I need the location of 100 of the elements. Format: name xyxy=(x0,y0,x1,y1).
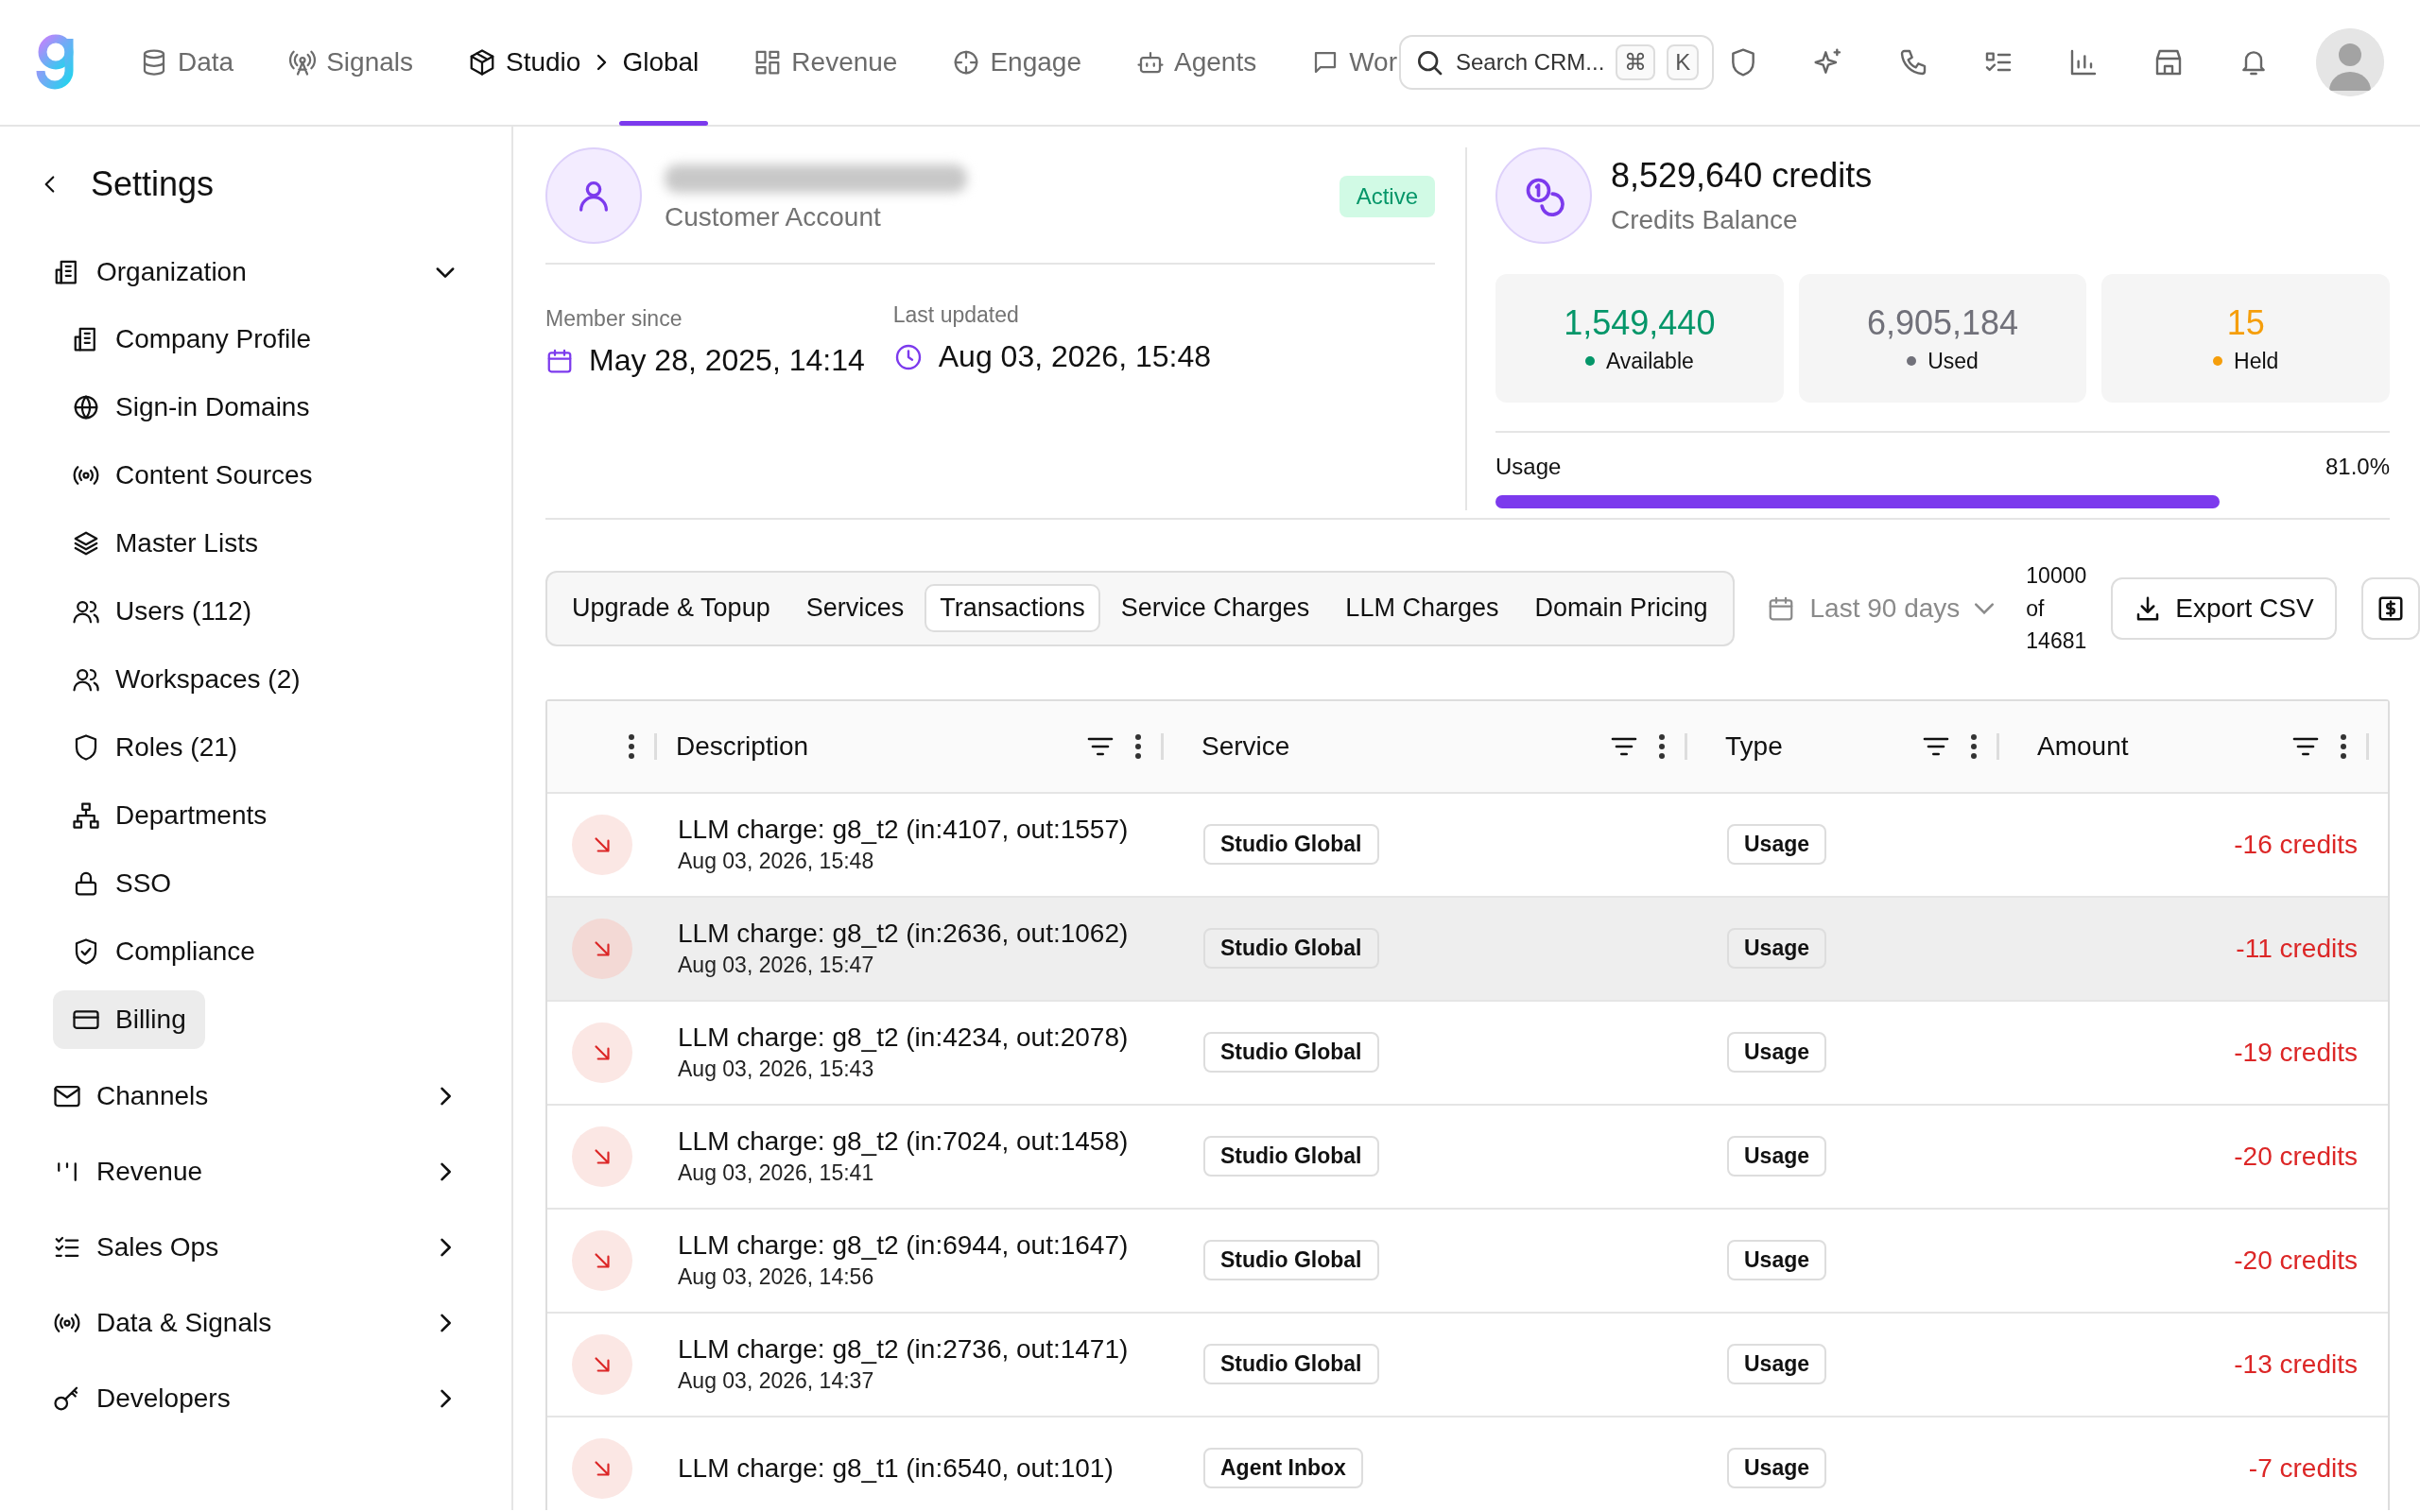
nav-tab[interactable]: Agents xyxy=(1136,0,1257,126)
tab[interactable]: Services xyxy=(790,584,920,633)
row-count: 10000 of 14681 xyxy=(2026,562,2087,655)
description: LLM charge: g8_t2 (in:6944, out:1647) xyxy=(678,1230,1130,1261)
sidebar-section[interactable]: Revenue xyxy=(38,1134,458,1210)
sidebar-item[interactable]: Billing xyxy=(53,990,205,1049)
sidebar-item[interactable]: Company Profile xyxy=(53,310,330,369)
type-tag: Usage xyxy=(1727,1344,1827,1384)
date: Aug 03, 2026, 15:47 xyxy=(678,953,875,978)
nav-tab[interactable]: Engage xyxy=(952,0,1081,126)
type-tag: Usage xyxy=(1727,928,1827,969)
service-tag: Studio Global xyxy=(1203,1344,1379,1384)
column-header[interactable]: Service xyxy=(1201,730,1590,762)
sidebar-item[interactable]: Users (112) xyxy=(53,582,271,641)
sidebar-item[interactable]: SSO xyxy=(53,854,191,913)
tab[interactable]: Service Charges xyxy=(1105,584,1325,633)
description: LLM charge: g8_t2 (in:7024, out:1458) xyxy=(678,1126,1130,1157)
date: Aug 03, 2026, 14:37 xyxy=(678,1368,875,1394)
type-tag: Usage xyxy=(1727,824,1827,865)
column-header[interactable]: Amount xyxy=(2037,730,2272,762)
sidebar-item[interactable]: Sign-in Domains xyxy=(53,378,329,437)
nav-tab[interactable]: Wor xyxy=(1311,0,1397,126)
sidebar-section[interactable]: Data & Signals xyxy=(38,1285,458,1361)
usage-label: Usage xyxy=(1495,454,1562,480)
search-field[interactable]: Search CRM... ⌘ K xyxy=(1399,35,1715,90)
more-icon[interactable] xyxy=(1134,732,1142,760)
date-label: Member since xyxy=(545,306,683,332)
table-row[interactable]: LLM charge: g8_t2 (in:2636, out:1062) Aug 03, 2026, 15:47 Studio Global Usage -11 credits xyxy=(547,895,2388,1000)
date-value: May 28, 2025, 14:14 xyxy=(589,343,865,378)
date: Aug 03, 2026, 15:48 xyxy=(678,849,875,874)
export-button[interactable]: Export CSV xyxy=(2111,576,2337,640)
sidebar-item[interactable]: Departments xyxy=(53,786,286,845)
description: LLM charge: g8_t2 (in:4107, out:1557) xyxy=(678,815,1130,845)
more-icon[interactable] xyxy=(628,732,635,760)
tab[interactable]: LLM Charges xyxy=(1330,584,1514,633)
table-row[interactable]: LLM charge: g8_t2 (in:4234, out:2078) Aug 03, 2026, 15:43 Studio Global Usage -19 credits xyxy=(547,999,2388,1104)
layers-icon xyxy=(72,529,100,558)
service-tag: Studio Global xyxy=(1203,1032,1379,1073)
date-value: Aug 03, 2026, 15:48 xyxy=(938,339,1211,374)
box-icon xyxy=(468,48,496,77)
column-header[interactable]: Description xyxy=(676,730,1066,762)
stat-label: Held xyxy=(2234,348,2279,374)
service-tag: Agent Inbox xyxy=(1203,1448,1363,1488)
globe-icon xyxy=(72,393,100,421)
nav-tab[interactable]: Signals xyxy=(288,0,413,126)
description: LLM charge: g8_t2 (in:2736, out:1471) xyxy=(678,1334,1130,1365)
description: LLM charge: g8_t2 (in:2636, out:1062) xyxy=(678,919,1130,949)
more-icon[interactable] xyxy=(2340,732,2347,760)
date: Aug 03, 2026, 14:56 xyxy=(678,1264,875,1290)
tab[interactable]: Domain Pricing xyxy=(1519,584,1723,633)
sidebar-item[interactable]: Roles (21) xyxy=(53,718,257,777)
type-tag: Usage xyxy=(1727,1448,1827,1488)
table-row[interactable]: LLM charge: g8_t2 (in:7024, out:1458) Aug 03, 2026, 15:41 Studio Global Usage -20 credits xyxy=(547,1103,2388,1208)
keyboard-key: ⌘ xyxy=(1616,44,1656,80)
table-row[interactable]: LLM charge: g8_t2 (in:6944, out:1647) Aug 03, 2026, 14:56 Studio Global Usage -20 credits xyxy=(547,1207,2388,1312)
table-row[interactable]: LLM charge: g8_t1 (in:6540, out:101) Agent Inbox Usage -7 credits xyxy=(547,1415,2388,1510)
more-icon[interactable] xyxy=(1658,732,1666,760)
sidebar-section[interactable]: Developers xyxy=(38,1361,458,1436)
sidebar-section[interactable]: Sales Ops xyxy=(38,1210,458,1285)
date: Aug 03, 2026, 15:43 xyxy=(678,1057,875,1082)
description: LLM charge: g8_t1 (in:6540, out:101) xyxy=(678,1452,1115,1484)
stat-label: Available xyxy=(1605,348,1694,374)
service-tag: Studio Global xyxy=(1203,928,1379,969)
stat-value: 15 xyxy=(2226,302,2265,343)
amount: -20 credits xyxy=(2233,1245,2359,1276)
service-tag: Studio Global xyxy=(1203,1136,1379,1177)
tab[interactable]: Upgrade & Topup xyxy=(557,584,786,633)
table-row[interactable]: LLM charge: g8_t2 (in:2736, out:1471) Aug 03, 2026, 14:37 Studio Global Usage -13 credits xyxy=(547,1311,2388,1416)
nav-tab[interactable]: Revenue xyxy=(753,0,898,126)
status-badge: Active xyxy=(1339,176,1435,217)
stat-value: 6,905,184 xyxy=(1866,302,2019,343)
sidebar-item[interactable]: Workspaces (2) xyxy=(53,650,320,709)
type-tag: Usage xyxy=(1727,1032,1827,1073)
amount: -16 credits xyxy=(2233,829,2359,860)
account-type: Customer Account xyxy=(665,202,882,232)
column-header[interactable]: Type xyxy=(1725,730,1902,762)
hierarchy-icon xyxy=(72,801,100,830)
type-tag: Usage xyxy=(1727,1136,1827,1177)
credits-balance: 8,529,640 credits xyxy=(1611,156,1873,196)
amount: -20 credits xyxy=(2233,1141,2359,1172)
service-tag: Studio Global xyxy=(1203,1240,1379,1280)
billing-button[interactable] xyxy=(2360,576,2420,640)
settings-title: Settings xyxy=(91,164,215,204)
keyboard-key: K xyxy=(1667,44,1700,80)
date-label: Last updated xyxy=(892,302,1020,328)
sidebar-item[interactable]: Master Lists xyxy=(53,514,277,573)
chevron-down-icon xyxy=(1975,602,1995,614)
tab[interactable]: Transactions xyxy=(925,584,1100,633)
amount: -11 credits xyxy=(2235,933,2359,964)
sidebar-section[interactable]: Organization xyxy=(38,234,458,310)
stat-value: 1,549,440 xyxy=(1564,302,1716,343)
type-tag: Usage xyxy=(1727,1240,1827,1280)
amount: -19 credits xyxy=(2233,1037,2359,1068)
more-icon[interactable] xyxy=(1970,732,1978,760)
sidebar-item[interactable]: Compliance xyxy=(53,922,274,981)
stat-label: Used xyxy=(1927,348,1979,374)
sidebar-item[interactable]: Content Sources xyxy=(53,446,332,505)
sidebar-section[interactable]: Channels xyxy=(38,1058,458,1134)
nav-tab[interactable]: Data xyxy=(140,0,234,126)
antenna-icon xyxy=(288,48,318,77)
